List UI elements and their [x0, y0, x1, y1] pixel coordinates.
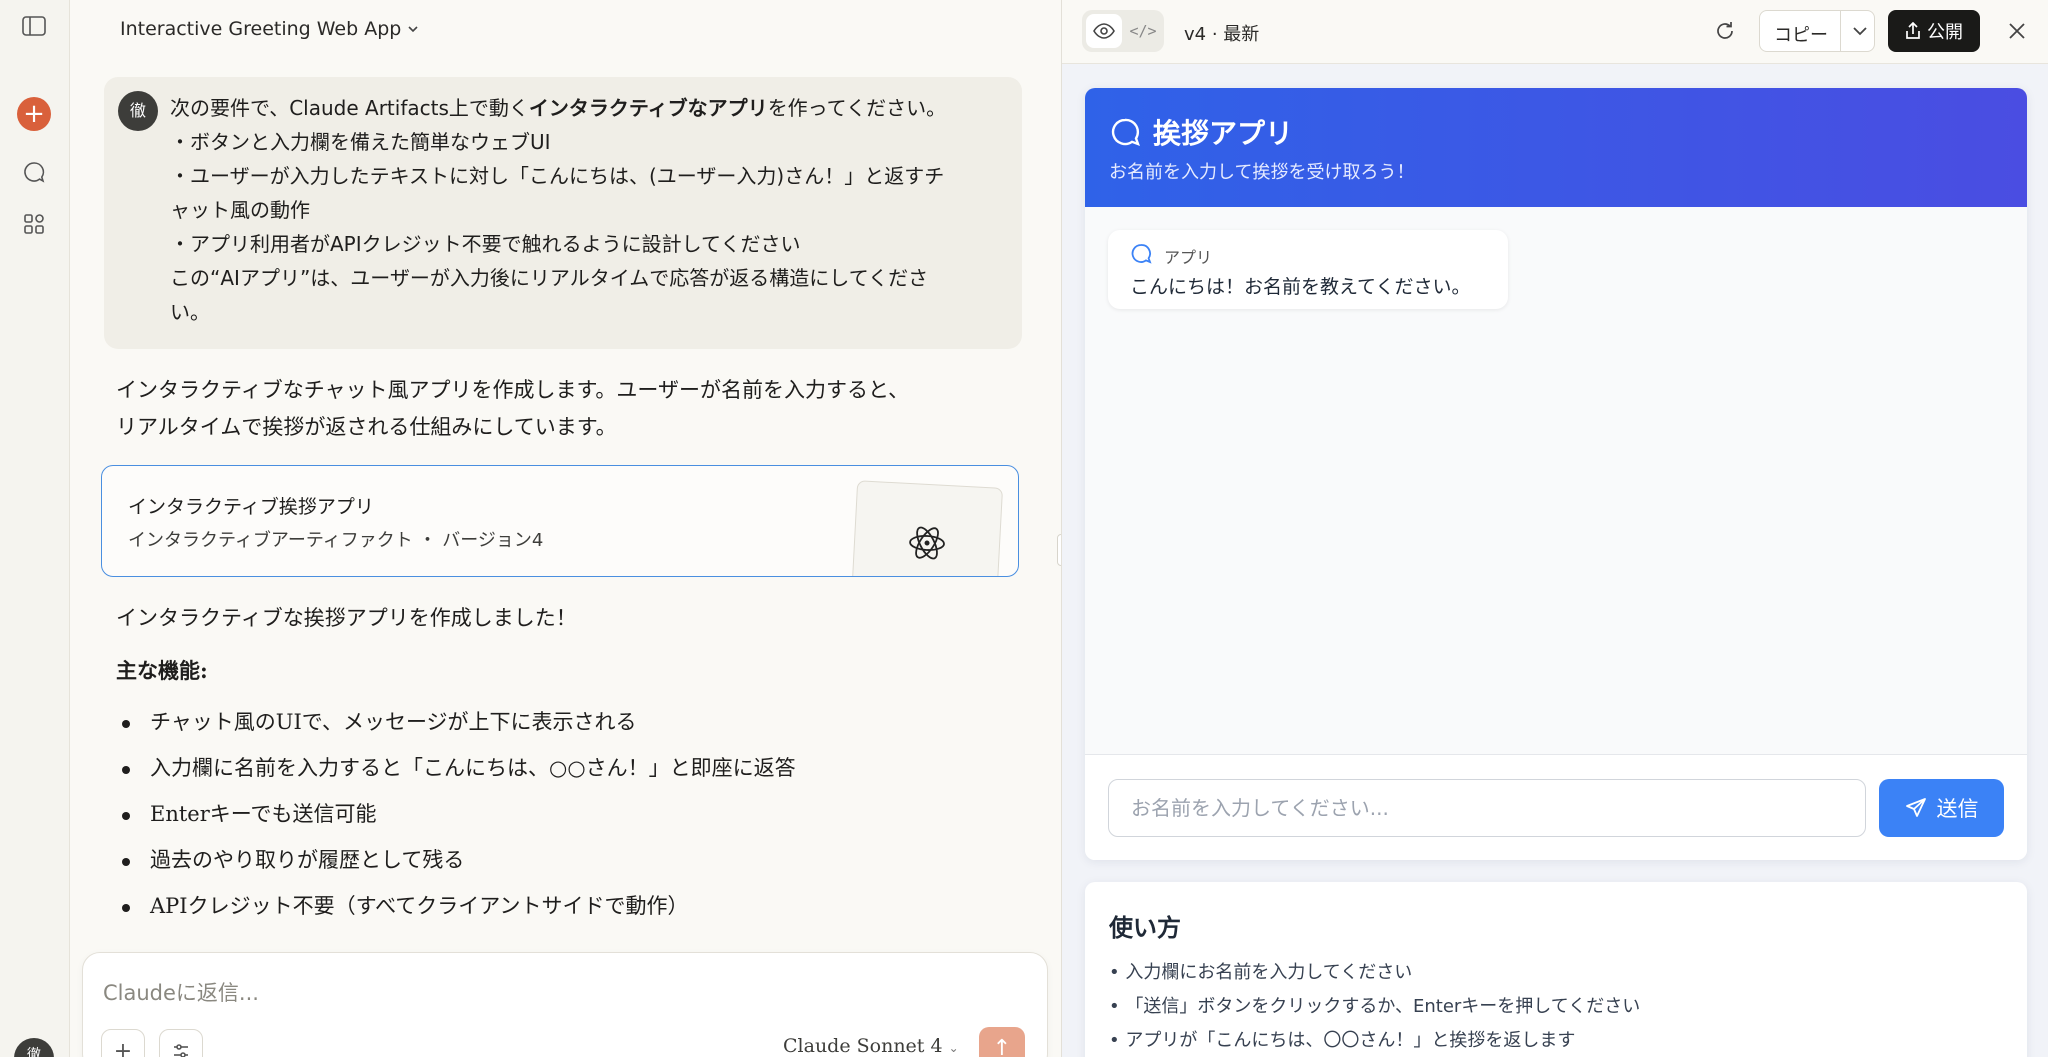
chevron-down-icon: ⌄ [948, 1041, 959, 1055]
features-list: チャット風のUIで、メッセージが上下に表示される 入力欄に名前を入力すると「こん… [122, 702, 796, 932]
send-button[interactable]: ↑ [979, 1027, 1025, 1057]
eye-icon [1093, 23, 1115, 39]
howto-item: • 入力欄にお名前を入力してください [1109, 962, 1413, 983]
response-intro-line: リアルタイムで挨拶が返される仕組みにしています。 [116, 415, 617, 439]
chat-title-text: Interactive Greeting Web App [120, 18, 402, 40]
preview-tab[interactable] [1086, 14, 1122, 48]
howto-item: • 「送信」ボタンをクリックするか、Enterキーを押してください [1109, 996, 1641, 1017]
app-subtitle: お名前を入力して挨拶を受け取ろう！ [1109, 162, 1415, 183]
code-icon: </> [1129, 22, 1157, 40]
artifact-thumbnail [850, 480, 1004, 576]
response-intro-line: インタラクティブなチャット風アプリを作成します。ユーザーが名前を入力すると、 [116, 378, 910, 402]
chat-title[interactable]: Interactive Greeting Web App [120, 18, 419, 40]
howto-item: • アプリが「こんにちは、〇〇さん！」と挨拶を返します [1109, 1030, 1576, 1051]
artifact-panel: </> v4 · 最新 コピー 公開 挨拶アプリ お名前を入力して挨拶を受け取ろ… [1061, 0, 2048, 1057]
version-label[interactable]: v4 · 最新 [1184, 20, 1259, 46]
user-message-line: ・ボタンと入力欄を備えた簡単なウェブUI [170, 130, 551, 154]
new-chat-button[interactable]: + [16, 96, 52, 132]
chat-bubble-icon [1111, 118, 1140, 147]
name-input[interactable] [1108, 779, 1866, 837]
code-tab[interactable]: </> [1126, 14, 1160, 48]
chats-icon[interactable] [16, 154, 52, 190]
user-message-avatar: 徹 [118, 91, 158, 131]
message-list: アプリ こんにちは！お名前を教えてください。 [1085, 207, 2027, 754]
projects-icon[interactable] [16, 206, 52, 242]
refresh-button[interactable] [1710, 16, 1740, 46]
message-sender: アプリ [1164, 248, 1213, 267]
view-toggle: </> [1082, 10, 1164, 52]
left-rail: + 徹 [0, 0, 70, 1057]
list-item: 過去のやり取りが履歴として残る [122, 840, 796, 886]
howto-heading: 使い方 [1109, 914, 1181, 942]
model-selector[interactable]: Claude Sonnet 4 ⌄ [783, 1035, 959, 1057]
greeting-app: 挨拶アプリ お名前を入力して挨拶を受け取ろう！ アプリ こんにちは！お名前を教え… [1085, 88, 2027, 860]
bot-message: アプリ こんにちは！お名前を教えてください。 [1108, 230, 1508, 309]
plus-icon: + [17, 97, 51, 131]
input-bar: 送信 [1085, 754, 2027, 860]
send-button[interactable]: 送信 [1879, 779, 2004, 837]
refresh-icon [1717, 22, 1733, 39]
list-item: チャット風のUIで、メッセージが上下に表示される [122, 702, 796, 748]
publish-button[interactable]: 公開 [1888, 10, 1980, 52]
app-title: 挨拶アプリ [1153, 117, 1294, 150]
arrow-up-icon: ↑ [992, 1036, 1012, 1057]
user-avatar[interactable]: 徹 [14, 1038, 54, 1057]
user-message-line: い。 [170, 300, 210, 324]
sliders-icon [174, 1044, 188, 1057]
user-message-line: この“AIアプリ”は、ユーザーが入力後にリアルタイムで応答が返る構造にしてくださ [170, 266, 929, 290]
copy-button[interactable]: コピー [1759, 10, 1875, 52]
close-icon [2009, 23, 2025, 39]
composer-input[interactable]: Claudeに返信... [103, 977, 259, 1007]
howto-card: 使い方 • 入力欄にお名前を入力してください • 「送信」ボタンをクリックするか… [1085, 882, 2027, 1057]
paper-plane-icon [1905, 798, 1926, 817]
chevron-down-icon[interactable] [1848, 19, 1872, 43]
copy-label: コピー [1774, 25, 1828, 46]
composer[interactable]: Claudeに返信... + Claude Sonnet 4 ⌄ ↑ [82, 952, 1048, 1057]
user-message: 徹 次の要件で、Claude Artifacts上で動くインタラクティブなアプリ… [104, 77, 1022, 349]
app-header: 挨拶アプリ お名前を入力して挨拶を受け取ろう！ [1085, 88, 2027, 207]
model-name: Claude Sonnet 4 [783, 1035, 943, 1057]
divider [1840, 11, 1841, 51]
chevron-down-icon [408, 26, 418, 33]
chat-bubble-icon [1131, 244, 1152, 264]
plus-icon: + [113, 1038, 133, 1057]
user-message-line: 次の要件で、Claude Artifacts上で動くインタラクティブなアプリを作… [170, 96, 947, 120]
list-item: APIクレジット不要（すべてクライアントサイドで動作） [122, 886, 796, 932]
artifact-card[interactable]: インタラクティブ挨拶アプリ インタラクティブアーティファクト ・ バージョン4 [101, 465, 1019, 577]
features-heading: 主な機能: [116, 658, 208, 683]
response-done: インタラクティブな挨拶アプリを作成しました！ [116, 606, 577, 630]
share-icon [1906, 22, 1920, 39]
list-item: 入力欄に名前を入力すると「こんにちは、○○さん！」と即座に返答 [122, 748, 796, 794]
sidebar-toggle-icon[interactable] [16, 8, 52, 44]
message-text: こんにちは！お名前を教えてください。 [1130, 276, 1471, 298]
artifact-card-subtitle: インタラクティブアーティファクト ・ バージョン4 [128, 530, 544, 551]
artifact-card-title: インタラクティブ挨拶アプリ [128, 496, 374, 518]
chat-column: Interactive Greeting Web App 徹 次の要件で、Cla… [70, 0, 1061, 1057]
send-label: 送信 [1936, 797, 1979, 821]
tools-button[interactable] [159, 1029, 203, 1057]
user-message-line: ・ユーザーが入力したテキストに対し「こんにちは、(ユーザー入力)さん！」と返すチ [170, 164, 945, 188]
user-message-line: ャット風の動作 [170, 198, 310, 222]
list-item: Enterキーでも送信可能 [122, 794, 796, 840]
user-message-line: ・アプリ利用者がAPIクレジット不要で触れるように設計してください [170, 232, 801, 256]
artifact-toolbar: </> v4 · 最新 コピー 公開 [1062, 0, 2048, 64]
close-button[interactable] [2002, 16, 2032, 46]
add-attachment-button[interactable]: + [101, 1029, 145, 1057]
publish-label: 公開 [1927, 22, 1963, 43]
atom-icon [909, 526, 945, 560]
